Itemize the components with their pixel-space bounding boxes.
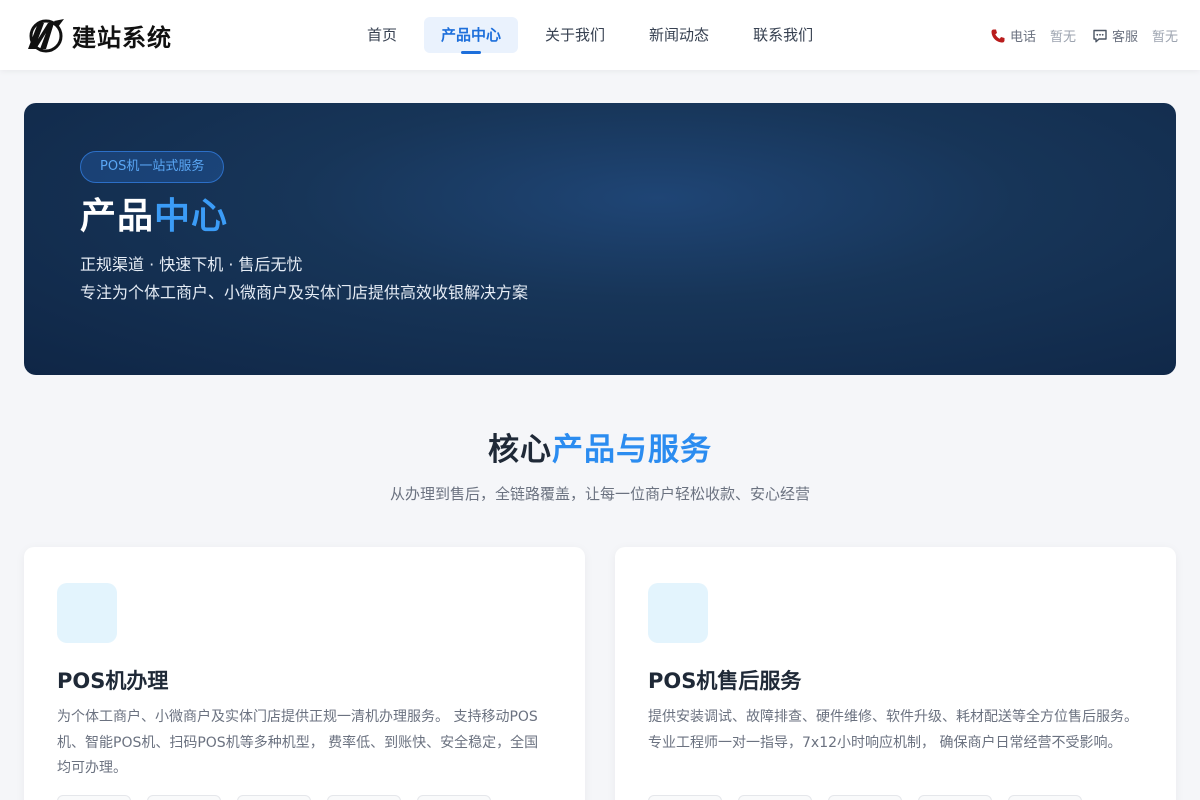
main-nav: 首页 产品中心 关于我们 新闻动态 联系我们 (350, 17, 840, 54)
nav-item-home[interactable]: 首页 (350, 17, 414, 53)
section-subtitle: 从办理到售后，全链路覆盖，让每一位商户轻松收款、安心经营 (389, 485, 810, 503)
product-card-pos-after-sales[interactable]: POS机售后服务 提供安装调试、故障排查、硬件维修、软件升级、耗材配送等全方位售… (615, 547, 1176, 800)
service-label: 客服 (1112, 30, 1139, 45)
nav-item-contact[interactable]: 联系我们 (736, 17, 830, 53)
hero-title-highlight: 中心 (154, 196, 229, 237)
section-title-main: 核心 (488, 432, 552, 468)
card-tag (648, 795, 722, 800)
hero-title: 产品中心 (80, 187, 228, 239)
hero-badge: POS机一站式服务 (80, 151, 225, 183)
phone-value: 暂无 (1050, 30, 1077, 45)
hero-banner: POS机一站式服务 产品中心 正规渠道 · 快速下机 · 售后无忧 专注为个体工… (24, 103, 1176, 375)
card-description: 提供安装调试、故障排查、硬件维修、软件升级、耗材配送等全方位售后服务。 专业工程… (648, 709, 1138, 751)
card-tag (1008, 795, 1082, 800)
site-header: 建站系统 首页 产品中心 关于我们 新闻动态 联系我们 电话 暂无 客服 暂无 (0, 0, 1200, 70)
hero-description: 专注为个体工商户、小微商户及实体门店提供高效收银解决方案 (80, 283, 529, 302)
card-tags (648, 795, 1098, 800)
service-value: 暂无 (1152, 30, 1179, 45)
section-title: 核心产品与服务 (0, 424, 1200, 469)
card-description: 为个体工商户、小微商户及实体门店提供正规一清机办理服务。 支持移动POS机、智能… (57, 709, 539, 776)
card-tag (147, 795, 221, 800)
logo-text: 建站系统 (72, 23, 172, 52)
phone-icon (991, 29, 1005, 42)
hero-title-main: 产品 (80, 196, 155, 237)
card-tag (918, 795, 992, 800)
card-icon (57, 583, 117, 643)
nav-item-news[interactable]: 新闻动态 (632, 17, 726, 53)
card-tag (828, 795, 902, 800)
hero-tagline: 正规渠道 · 快速下机 · 售后无忧 (80, 255, 303, 274)
card-tag (327, 795, 401, 800)
card-tag (738, 795, 812, 800)
card-title: POS机售后服务 (648, 669, 802, 693)
card-tags (57, 795, 507, 800)
phone-contact[interactable]: 电话 暂无 (990, 26, 1076, 45)
section-title-highlight: 产品与服务 (552, 432, 712, 468)
card-tag (237, 795, 311, 800)
phone-label: 电话 (1010, 30, 1037, 45)
card-tag (417, 795, 491, 800)
nav-item-about[interactable]: 关于我们 (528, 17, 622, 53)
nav-item-products[interactable]: 产品中心 (424, 17, 519, 54)
logo[interactable]: 建站系统 (24, 14, 172, 56)
card-tag (57, 795, 131, 800)
logo-icon (28, 19, 64, 53)
service-contact[interactable]: 客服 暂无 (1092, 26, 1178, 45)
card-icon (648, 583, 708, 643)
chat-icon (1093, 29, 1107, 42)
card-title: POS机办理 (57, 669, 169, 693)
product-card-pos-application[interactable]: POS机办理 为个体工商户、小微商户及实体门店提供正规一清机办理服务。 支持移动… (24, 547, 585, 800)
